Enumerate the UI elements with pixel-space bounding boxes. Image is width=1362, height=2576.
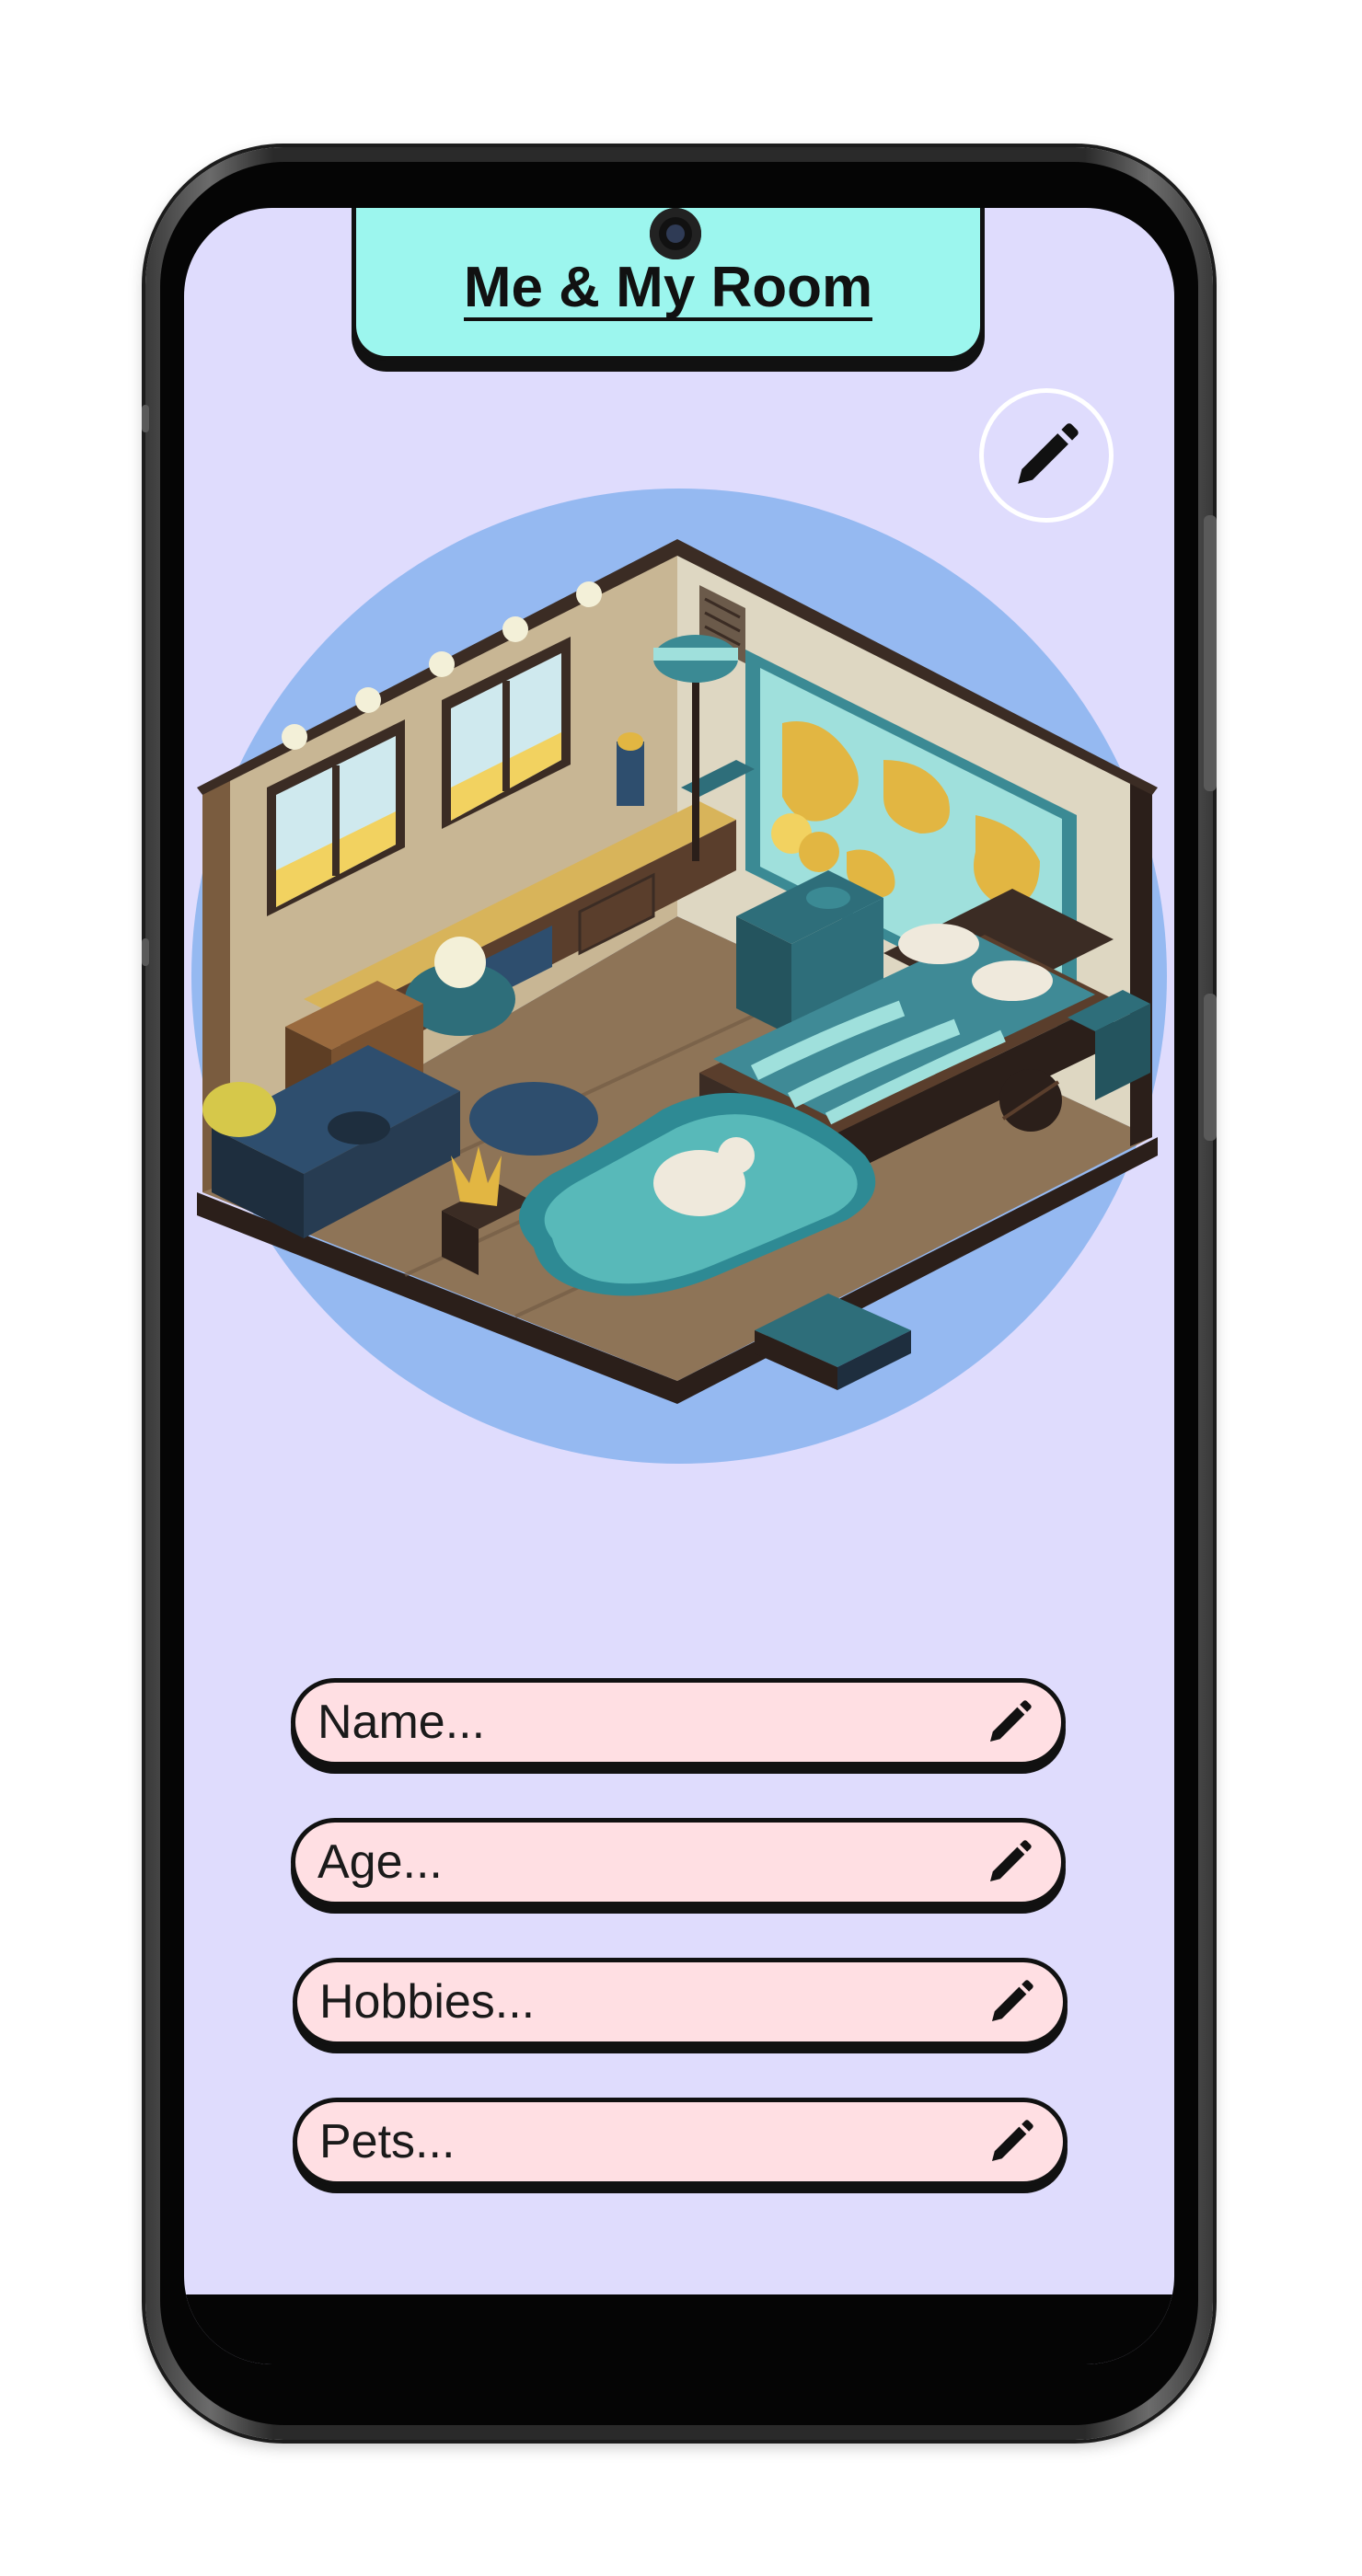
- name-field[interactable]: Name...: [291, 1678, 1066, 1766]
- pencil-icon: [1018, 423, 1079, 484]
- pets-field-placeholder: Pets...: [319, 2115, 456, 2168]
- left-button-top: [142, 405, 149, 432]
- age-field[interactable]: Age...: [291, 1818, 1066, 1906]
- volume-button: [1204, 515, 1217, 791]
- pencil-icon[interactable]: [984, 1836, 1035, 1888]
- page-title: Me & My Room: [463, 258, 873, 321]
- pencil-icon[interactable]: [986, 1976, 1037, 2028]
- isometric-room-image: [191, 489, 1167, 1464]
- room-illustration[interactable]: [184, 484, 1174, 1496]
- pencil-icon[interactable]: [986, 2116, 1037, 2168]
- hobbies-field[interactable]: Hobbies...: [293, 1958, 1068, 2046]
- age-field-placeholder: Age...: [317, 1835, 443, 1889]
- app-screen: Me & My Room Name... Age... Hobbies... P…: [184, 208, 1174, 2364]
- name-field-placeholder: Name...: [317, 1696, 486, 1749]
- bottom-bezel: [184, 2294, 1174, 2364]
- front-camera: [650, 208, 701, 259]
- pencil-icon[interactable]: [984, 1696, 1035, 1748]
- hobbies-field-placeholder: Hobbies...: [319, 1975, 536, 2029]
- left-button-bottom: [142, 938, 149, 966]
- power-button: [1204, 994, 1217, 1141]
- pets-field[interactable]: Pets...: [293, 2098, 1068, 2186]
